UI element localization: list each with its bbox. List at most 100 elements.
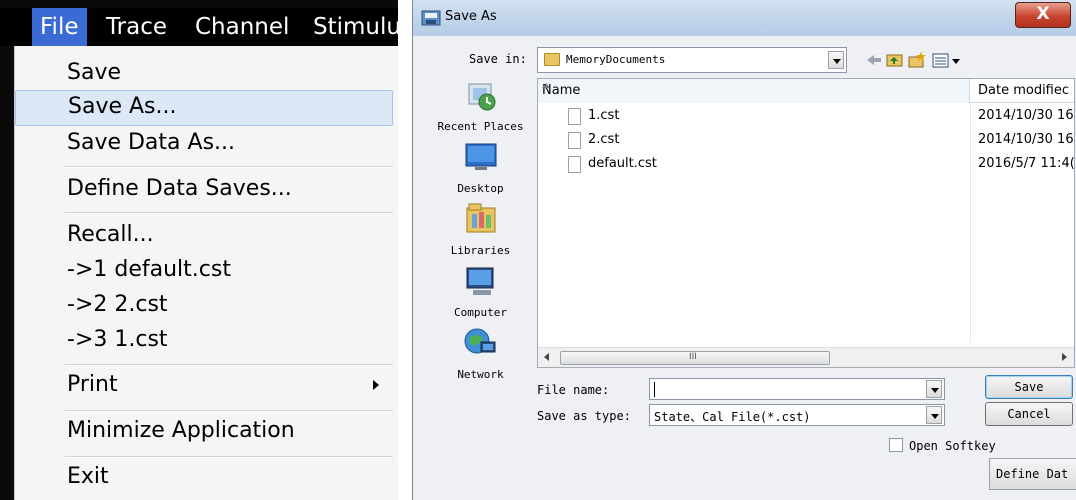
menu-item-label: Save Data As... xyxy=(67,130,236,155)
menu-item-label: Print xyxy=(67,372,118,397)
file-row[interactable]: 2.cst 2014/10/30 16 xyxy=(538,129,1074,153)
define-data-label: Define Dat xyxy=(996,467,1069,481)
cancel-button[interactable]: Cancel xyxy=(985,402,1073,426)
save-as-dialog: Save As X Save in: MemoryDocuments Recen… xyxy=(412,0,1076,500)
file-icon xyxy=(568,156,581,173)
save-button[interactable]: Save xyxy=(985,375,1073,399)
menu-item-label: ->1 default.cst xyxy=(67,257,231,282)
menu-separator xyxy=(65,364,393,366)
new-folder-icon[interactable] xyxy=(908,51,926,68)
menu-separator xyxy=(65,212,393,214)
menu-channel[interactable]: Channel xyxy=(195,8,289,46)
sort-ascending-icon xyxy=(542,83,550,88)
menu-item-recent-1[interactable]: ->1 default.cst xyxy=(15,257,393,289)
column-header-name[interactable]: Name xyxy=(538,79,970,103)
place-desktop[interactable]: Desktop xyxy=(423,140,538,200)
file-name: 2.cst xyxy=(588,132,620,147)
view-menu-icon[interactable] xyxy=(932,53,960,68)
place-recent-places[interactable]: Recent Places xyxy=(423,78,538,138)
menu-item-save-data-as[interactable]: Save Data As... xyxy=(15,130,393,162)
file-name: 1.cst xyxy=(588,108,620,123)
menu-item-label: Minimize Application xyxy=(67,418,295,443)
menu-item-save[interactable]: Save xyxy=(15,60,393,92)
horizontal-scrollbar[interactable]: III xyxy=(538,347,1074,367)
file-date: 2016/5/7 11:4( xyxy=(978,156,1075,171)
back-arrow-icon[interactable] xyxy=(867,55,881,65)
menu-stimulus[interactable]: Stimulu xyxy=(313,8,398,46)
file-date: 2014/10/30 16 xyxy=(978,132,1074,147)
open-softkey-label: Open Softkey xyxy=(909,439,996,453)
place-label: Network xyxy=(457,368,504,381)
save-as-type-value: State、Cal File(*.cst) xyxy=(654,410,811,424)
file-row[interactable]: default.cst 2016/5/7 11:4( xyxy=(538,153,1075,177)
close-button[interactable]: X xyxy=(1015,2,1071,28)
file-row[interactable]: 1.cst 2014/10/30 16 xyxy=(538,105,1074,129)
text-caret xyxy=(654,382,655,397)
place-computer[interactable]: Computer xyxy=(423,264,538,324)
menu-item-minimize-application[interactable]: Minimize Application xyxy=(15,418,393,450)
file-icon xyxy=(568,108,581,125)
chevron-down-icon[interactable] xyxy=(828,51,844,69)
place-label: Computer xyxy=(454,306,507,319)
menu-item-recall[interactable]: Recall... xyxy=(15,222,393,254)
folder-icon xyxy=(544,53,560,66)
file-name: default.cst xyxy=(588,156,657,171)
menu-item-label: Exit xyxy=(67,464,109,489)
place-network[interactable]: Network xyxy=(423,326,538,386)
place-label: Libraries xyxy=(450,244,511,257)
menu-item-label: ->3 1.cst xyxy=(67,327,168,352)
menu-separator xyxy=(65,456,393,458)
menu-item-label: Define Data Saves... xyxy=(67,176,292,201)
place-label: Recent Places xyxy=(437,120,524,133)
app-window: File Trace Channel Stimulu Save Save As.… xyxy=(0,0,398,500)
dialog-title: Save As xyxy=(445,9,497,24)
menu-item-print[interactable]: Print xyxy=(15,372,393,404)
place-libraries[interactable]: Libraries xyxy=(423,202,538,262)
menu-bar: File Trace Channel Stimulu xyxy=(0,8,398,46)
column-header-date-modified[interactable]: Date modifiec xyxy=(978,83,1069,98)
menu-item-recent-2[interactable]: ->2 2.cst xyxy=(15,292,393,324)
menu-trace[interactable]: Trace xyxy=(106,8,167,46)
save-as-type-label: Save as type: xyxy=(537,409,631,423)
dialog-title-bar[interactable]: Save As X xyxy=(413,0,1076,36)
recent-places-icon xyxy=(468,83,496,111)
open-softkey-checkbox[interactable] xyxy=(889,438,903,452)
up-folder-icon[interactable] xyxy=(886,54,903,67)
libraries-icon xyxy=(466,203,496,233)
scrollbar-grip: III xyxy=(689,352,697,362)
menu-item-label: Save xyxy=(67,60,122,85)
save-dialog-icon xyxy=(421,10,441,26)
scroll-right-icon[interactable] xyxy=(1062,353,1067,361)
places-bar: Recent Places Desktop Libraries Computer… xyxy=(423,78,538,390)
menu-item-exit[interactable]: Exit xyxy=(15,464,393,496)
network-icon xyxy=(464,328,496,354)
scrollbar-thumb[interactable]: III xyxy=(560,351,830,365)
submenu-arrow-icon xyxy=(373,380,379,390)
save-as-type-select[interactable]: State、Cal File(*.cst) xyxy=(649,404,945,426)
chevron-down-icon[interactable] xyxy=(926,380,942,398)
menu-item-recent-3[interactable]: ->3 1.cst xyxy=(15,327,393,359)
menu-item-define-data-saves[interactable]: Define Data Saves... xyxy=(15,176,393,208)
chevron-down-icon[interactable] xyxy=(926,406,942,424)
file-list-header: Name Date modifiec xyxy=(538,79,1074,103)
navigation-toolbar xyxy=(867,51,960,68)
computer-icon xyxy=(466,267,494,295)
place-label: Desktop xyxy=(457,182,504,195)
menu-separator xyxy=(65,410,393,412)
define-data-button[interactable]: Define Dat xyxy=(989,458,1076,490)
menu-separator xyxy=(65,166,393,168)
file-name-input[interactable] xyxy=(649,378,945,400)
menu-item-label: Save As... xyxy=(68,94,177,119)
save-in-value: MemoryDocuments xyxy=(566,53,666,66)
file-name-label: File name: xyxy=(537,383,610,397)
menu-item-label: Recall... xyxy=(67,222,154,247)
menu-item-save-as[interactable]: Save As... xyxy=(15,90,393,126)
file-menu: Save Save As... Save Data As... Define D… xyxy=(14,46,398,500)
scroll-left-icon[interactable] xyxy=(544,353,549,361)
save-in-combo[interactable]: MemoryDocuments xyxy=(537,47,847,73)
menu-file[interactable]: File xyxy=(32,8,87,46)
file-list: Name Date modifiec 1.cst 2014/10/30 16 2… xyxy=(537,78,1075,368)
file-date: 2014/10/30 16 xyxy=(978,108,1074,123)
save-in-label: Save in: xyxy=(469,52,527,66)
file-icon xyxy=(568,132,581,149)
